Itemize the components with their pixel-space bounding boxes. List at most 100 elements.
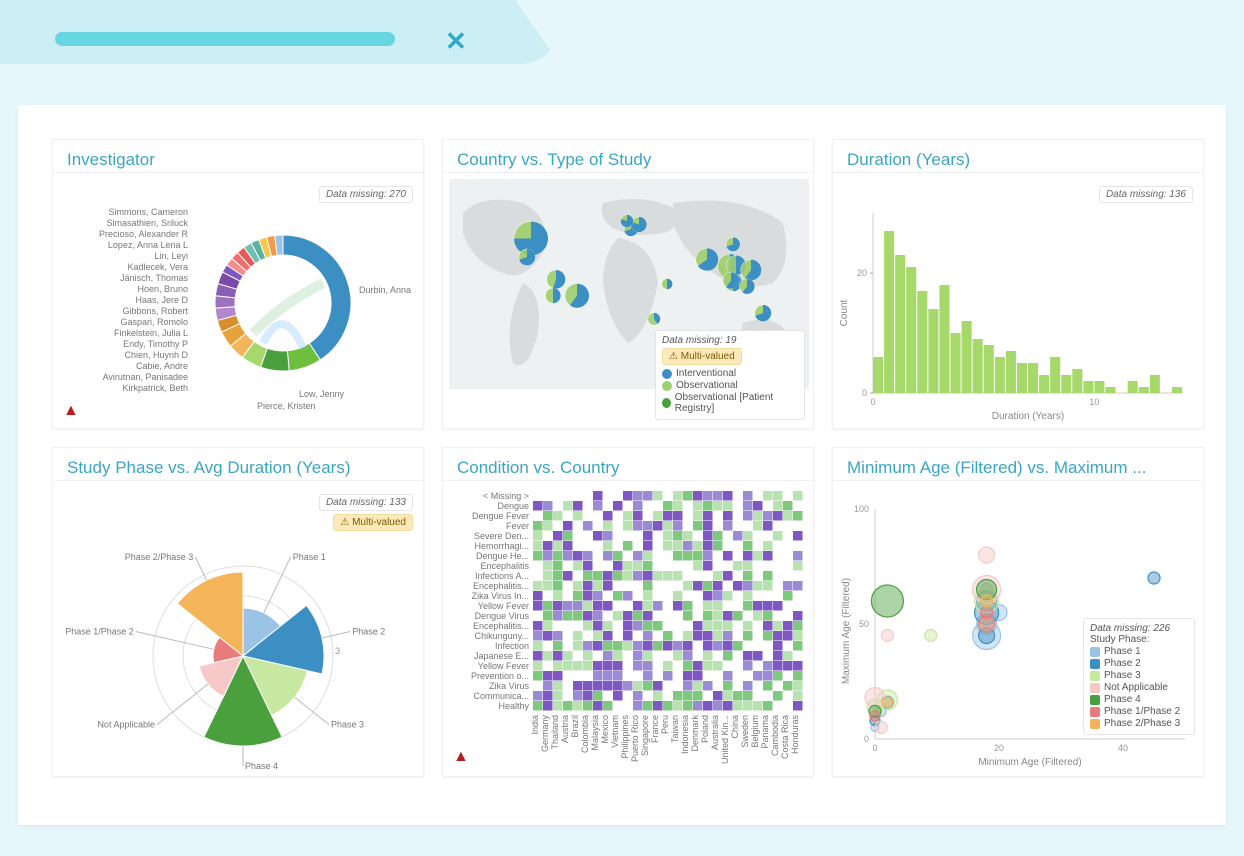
svg-text:Endy, Timothy P: Endy, Timothy P xyxy=(123,339,188,349)
svg-text:Jänisch, Thomas: Jänisch, Thomas xyxy=(120,273,188,283)
warning-icon: ▲ xyxy=(63,402,79,420)
svg-text:Yellow Fever: Yellow Fever xyxy=(478,601,529,611)
svg-text:Taiwan: Taiwan xyxy=(670,715,680,743)
warning-icon: ▲ xyxy=(453,748,469,766)
svg-text:Belgium: Belgium xyxy=(750,715,760,748)
svg-text:Gaspari, Romolo: Gaspari, Romolo xyxy=(120,317,188,327)
multi-valued-badge: ⚠ Multi-valued xyxy=(662,348,742,365)
svg-text:Chien, Huynh D: Chien, Huynh D xyxy=(124,350,188,360)
svg-text:Simmons, Cameron: Simmons, Cameron xyxy=(108,207,188,217)
panel-title: Condition vs. Country xyxy=(443,448,813,481)
svg-text:Honduras: Honduras xyxy=(790,715,800,755)
svg-text:Simasathien, Sriluck: Simasathien, Sriluck xyxy=(106,218,188,228)
svg-text:Sweden: Sweden xyxy=(740,715,750,748)
svg-text:Germany: Germany xyxy=(540,715,550,753)
panel-age-scatter[interactable]: Minimum Age (Filtered) vs. Maximum ... 0… xyxy=(832,447,1204,777)
svg-text:Encephalitis: Encephalitis xyxy=(480,561,529,571)
svg-text:Phase 2: Phase 2 xyxy=(352,627,385,637)
close-icon[interactable]: ✕ xyxy=(445,30,467,52)
svg-text:Hoen, Bruno: Hoen, Bruno xyxy=(137,284,188,294)
panel-title: Study Phase vs. Avg Duration (Years) xyxy=(53,448,423,481)
svg-text:Philippines: Philippines xyxy=(620,715,630,759)
svg-text:Infection: Infection xyxy=(495,641,529,651)
tab-title-placeholder xyxy=(55,32,395,46)
svg-text:100: 100 xyxy=(854,504,869,514)
svg-text:Dengue Fever: Dengue Fever xyxy=(472,511,529,521)
svg-text:Hemorrhagi...: Hemorrhagi... xyxy=(474,541,529,551)
missing-text: Data missing: 226 xyxy=(1090,623,1188,634)
svg-text:Duration (Years): Duration (Years) xyxy=(992,411,1064,422)
svg-text:Japanese E...: Japanese E... xyxy=(474,651,529,661)
panel-country-type[interactable]: Country vs. Type of Study Data missing: … xyxy=(442,139,814,429)
svg-text:Count: Count xyxy=(839,299,850,326)
svg-text:Panama: Panama xyxy=(760,715,770,749)
svg-text:Phase 1/Phase 2: Phase 1/Phase 2 xyxy=(65,627,134,637)
svg-text:Low, Jenny: Low, Jenny xyxy=(299,389,345,399)
panel-title: Country vs. Type of Study xyxy=(443,140,813,173)
svg-text:Not Applicable: Not Applicable xyxy=(97,720,155,730)
svg-text:Pierce, Kristen: Pierce, Kristen xyxy=(257,401,316,411)
svg-text:Lopez, Anna Lena L: Lopez, Anna Lena L xyxy=(108,240,188,250)
svg-text:Infections A...: Infections A... xyxy=(475,571,529,581)
chart-polar: 123Phase 1Phase 2Phase 3Phase 4Not Appli… xyxy=(53,481,423,773)
panel-title: Investigator xyxy=(53,140,423,173)
svg-text:Costa Rica: Costa Rica xyxy=(780,715,790,759)
svg-text:Denmark: Denmark xyxy=(690,715,700,752)
panel-duration[interactable]: Duration (Years) Data missing: 136 02001… xyxy=(832,139,1204,429)
svg-text:Fever: Fever xyxy=(506,521,529,531)
svg-text:Zika Virus: Zika Virus xyxy=(489,681,529,691)
panel-title: Duration (Years) xyxy=(833,140,1203,173)
svg-text:20: 20 xyxy=(857,268,867,278)
svg-text:Healthy: Healthy xyxy=(498,701,529,711)
svg-text:Peru: Peru xyxy=(660,715,670,734)
svg-text:< Missing >: < Missing > xyxy=(483,491,529,501)
svg-text:France: France xyxy=(650,715,660,743)
svg-text:Puerto Rico: Puerto Rico xyxy=(630,715,640,762)
svg-text:Malaysia: Malaysia xyxy=(590,715,600,751)
chart-investigator: Simmons, CameronSimasathien, SriluckPrec… xyxy=(53,173,423,425)
svg-text:Singapore: Singapore xyxy=(640,715,650,756)
svg-text:China: China xyxy=(730,715,740,739)
svg-text:Kirkpatrick, Beth: Kirkpatrick, Beth xyxy=(122,383,188,393)
svg-text:Encephalitis...: Encephalitis... xyxy=(473,581,529,591)
chart-duration: 020010CountDuration (Years) xyxy=(833,173,1203,425)
svg-text:Communica...: Communica... xyxy=(473,691,529,701)
svg-text:Haas, Jere D: Haas, Jere D xyxy=(135,295,188,305)
svg-text:Durbin, Anna: Durbin, Anna xyxy=(359,285,411,295)
tab-active[interactable] xyxy=(0,0,560,64)
svg-text:Vietnam: Vietnam xyxy=(610,715,620,748)
svg-text:50: 50 xyxy=(859,619,869,629)
svg-text:Phase 3: Phase 3 xyxy=(331,720,364,730)
svg-text:10: 10 xyxy=(1089,397,1099,407)
svg-text:Mexico: Mexico xyxy=(600,715,610,744)
svg-text:Zika Virus In...: Zika Virus In... xyxy=(472,591,529,601)
svg-text:Maximum Age (Filtered): Maximum Age (Filtered) xyxy=(841,578,852,684)
svg-text:0: 0 xyxy=(864,734,869,744)
svg-text:Dengue: Dengue xyxy=(497,501,529,511)
svg-text:Encephalitis...: Encephalitis... xyxy=(473,621,529,631)
svg-text:Lin, Leyi: Lin, Leyi xyxy=(154,251,188,261)
panel-phase-duration[interactable]: Study Phase vs. Avg Duration (Years) Dat… xyxy=(52,447,424,777)
svg-text:Finkelstein, Julia L: Finkelstein, Julia L xyxy=(114,328,188,338)
svg-text:3: 3 xyxy=(335,646,340,656)
svg-text:Australia: Australia xyxy=(710,715,720,750)
panel-investigator[interactable]: Investigator Data missing: 270 Simmons, … xyxy=(52,139,424,429)
svg-text:Brazil: Brazil xyxy=(570,715,580,738)
svg-text:Minimum Age (Filtered): Minimum Age (Filtered) xyxy=(978,757,1081,768)
svg-text:Gibbons, Robert: Gibbons, Robert xyxy=(122,306,188,316)
svg-text:Poland: Poland xyxy=(700,715,710,743)
svg-text:Colombia: Colombia xyxy=(580,715,590,753)
svg-text:Avirutnan, Panisadee: Avirutnan, Panisadee xyxy=(103,372,188,382)
svg-text:Cabie, Andre: Cabie, Andre xyxy=(136,361,188,371)
svg-text:20: 20 xyxy=(994,743,1004,753)
svg-text:Kadlecek, Vera: Kadlecek, Vera xyxy=(127,262,188,272)
tab-bar: ✕ xyxy=(0,0,1244,64)
svg-text:Dengue Virus: Dengue Virus xyxy=(475,611,530,621)
panel-title: Minimum Age (Filtered) vs. Maximum ... xyxy=(833,448,1203,481)
map-legend: Data missing: 19 ⚠ Multi-valued Interven… xyxy=(655,330,805,420)
missing-text: Data missing: 19 xyxy=(662,335,798,346)
legend-title: Study Phase: xyxy=(1090,634,1188,645)
svg-text:Phase 2/Phase 3: Phase 2/Phase 3 xyxy=(125,552,194,562)
chart-heatmap: < Missing >DengueDengue FeverFeverSevere… xyxy=(443,481,813,773)
panel-condition-country[interactable]: Condition vs. Country < Missing >DengueD… xyxy=(442,447,814,777)
